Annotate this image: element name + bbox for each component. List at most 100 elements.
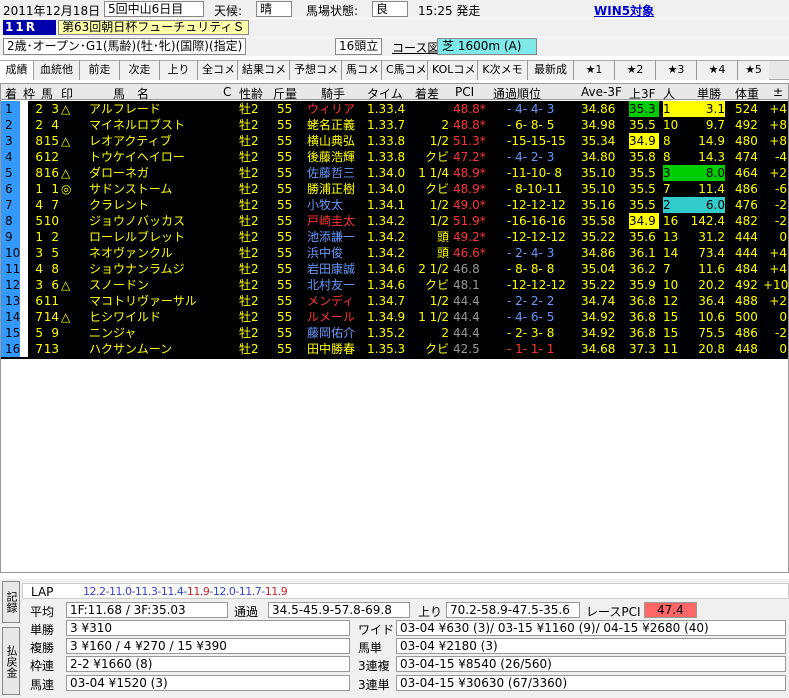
last3f-cell: 35.5 xyxy=(629,166,656,180)
table-row[interactable]: 5 8 16 △ ダローネガ 牡2 55 佐藤哲三 1.34.0 1 1/4 48.9* -11-10… xyxy=(1,165,788,181)
mark-cell: △ xyxy=(61,166,71,180)
passing-order-cell: - 1- 1- 1 xyxy=(507,342,555,356)
tab-star1[interactable]: ★1 xyxy=(574,61,615,80)
time-cell: 1.33.4 xyxy=(367,102,406,116)
col-c[interactable]: C xyxy=(223,85,231,99)
table-row[interactable]: 11 4 8 ショウナンラムジ 牡2 55 岩田康誠 1.34.6 2 1/2 46.8 - 8- … xyxy=(1,261,788,277)
weight-carried-cell: 55 xyxy=(277,198,293,212)
tab-star3[interactable]: ★3 xyxy=(656,61,697,80)
sex-age-cell: 牡2 xyxy=(239,150,259,164)
win5-link[interactable]: WIN5対象 xyxy=(594,2,654,19)
col-pci[interactable]: PCI xyxy=(455,85,474,99)
row-spacer xyxy=(20,309,28,325)
margin-cell: 1/2 xyxy=(429,198,449,212)
body-weight-cell: 524 xyxy=(735,102,758,116)
tab-agari[interactable]: 上り xyxy=(160,61,198,80)
waku-cell: 2 xyxy=(35,102,43,116)
tab-star4[interactable]: ★4 xyxy=(697,61,738,80)
table-row[interactable]: 12 3 6 △ スノードン 牡2 55 北村友一 1.34.6 クビ 48.1 -12-12-12 3… xyxy=(1,277,788,293)
col-horse-name[interactable]: 馬 名 xyxy=(113,85,149,102)
horse-number-cell: 13 xyxy=(43,342,59,356)
odds-cell: 9.7 xyxy=(705,118,725,132)
tab-star2[interactable]: ★2 xyxy=(615,61,656,80)
meeting-box: 5回中山6日目 xyxy=(104,1,204,17)
sex-age-cell: 牡2 xyxy=(239,310,259,324)
fukusho-value: 3 ¥160 / 4 ¥270 / 15 ¥390 xyxy=(66,638,350,654)
pci-cell: 48.8* xyxy=(453,102,486,116)
table-row[interactable]: 4 6 12 トウケイヘイロー 牡2 55 後藤浩輝 1.33.8 クビ 47.2* - 4- 2-… xyxy=(1,149,788,165)
race-pci-label: レースPCI xyxy=(586,605,641,619)
passing-order-cell: - 4- 6- 5 xyxy=(507,310,555,324)
table-row[interactable]: 8 5 10 ジョウノバッカス 牡2 55 戸崎圭太 1.34.2 1/2 51.9* -16-16… xyxy=(1,213,788,229)
weather-label: 天候: xyxy=(214,4,243,18)
tab-horse-comments[interactable]: 馬コメ xyxy=(342,61,382,80)
finish-position-cell: 12 xyxy=(1,277,20,293)
table-row[interactable]: 16 7 13 ハクサンムーン 牡2 55 田中勝春 1.35.3 クビ 42.5 - 1- 1- … xyxy=(1,341,788,357)
col-odds[interactable]: 単勝 xyxy=(697,85,721,102)
tab-next-race[interactable]: 次走 xyxy=(120,61,160,80)
pass-label: 通過 xyxy=(234,605,259,619)
tab-prediction-comments[interactable]: 予想コメ xyxy=(290,61,342,80)
table-row[interactable]: 1 2 3 △ アルフレード 牡2 55 ウィリア 1.33.4 48.8* - 4- 4- 3 34… xyxy=(1,101,788,117)
body-weight-cell: 444 xyxy=(735,230,758,244)
table-row[interactable]: 2 2 4 マイネルロブスト 牡2 55 蛯名正義 1.33.7 2 48.8* - 6- 8- 5… xyxy=(1,117,788,133)
finish-position-cell: 4 xyxy=(1,149,20,165)
side-tab-record[interactable]: 記録 xyxy=(2,581,20,623)
col-passing[interactable]: 通過順位 xyxy=(493,85,541,102)
col-margin[interactable]: 着差 xyxy=(415,85,439,102)
tab-kol-comments[interactable]: KOLコメ xyxy=(428,61,478,80)
col-popularity[interactable]: 人 xyxy=(663,85,675,102)
table-row[interactable]: 3 8 15 △ レオアクティブ 牡2 55 横山典弘 1.33.8 1/2 51.3* -15-15… xyxy=(1,133,788,149)
mark-cell xyxy=(61,261,77,277)
col-waku[interactable]: 枠 xyxy=(23,85,35,102)
margin-cell: 1/2 xyxy=(429,214,449,228)
fukusho-label: 複勝 xyxy=(30,641,55,655)
weight-diff-cell: -2 xyxy=(775,214,787,228)
table-row[interactable]: 10 3 5 ネオヴァンクル 牡2 55 浜中俊 1.34.2 頭 46.6* - 2- 4- 3 3… xyxy=(1,245,788,261)
row-spacer xyxy=(20,261,28,277)
col-mark[interactable]: 印 xyxy=(61,85,73,102)
tab-pedigree[interactable]: 血統他 xyxy=(34,61,80,80)
track-box: 良 xyxy=(372,1,408,17)
weight-diff-cell: 0 xyxy=(779,310,787,324)
tab-star5[interactable]: ★5 xyxy=(738,61,769,80)
col-ave3f[interactable]: Ave-3F xyxy=(581,85,622,99)
sex-age-cell: 牡2 xyxy=(239,294,259,308)
sanrentan-label: 3連単 xyxy=(358,678,390,692)
col-weight-carried[interactable]: 斤量 xyxy=(273,85,297,102)
col-finish[interactable]: 着 xyxy=(5,85,17,102)
tab-results[interactable]: 成績 xyxy=(0,61,34,80)
ave3f-cell: 34.92 xyxy=(581,310,616,324)
col-horse-no[interactable]: 馬 xyxy=(41,85,53,102)
table-row[interactable]: 15 5 9 ニンジャ 牡2 55 藤岡佑介 1.35.2 2 44.4 - 2- 3- 8 34.9… xyxy=(1,325,788,341)
tab-latest[interactable]: 最新成 xyxy=(528,61,574,80)
col-jockey[interactable]: 騎手 xyxy=(321,85,345,102)
waku-cell: 3 xyxy=(35,246,43,260)
table-row[interactable]: 13 6 11 マコトリヴァーサル 牡2 55 メンディ 1.34.7 1/2 44.4 - 2- … xyxy=(1,293,788,309)
passing-order-cell: -16-16-16 xyxy=(507,214,566,228)
time-cell: 1.34.6 xyxy=(367,262,406,276)
table-row[interactable]: 14 7 14 △ ヒシワイルド 牡2 55 ルメール 1.34.9 1 1/2 44.4- 4- … xyxy=(1,309,788,325)
tab-all-comments[interactable]: 全コメ xyxy=(198,61,238,80)
weight-carried-cell: 55 xyxy=(277,118,293,132)
table-row[interactable]: 7 4 7 クラレント 牡2 55 小牧太 1.34.1 1/2 49.0* -12-12-12 35… xyxy=(1,197,788,213)
tab-prev-race[interactable]: 前走 xyxy=(80,61,120,80)
jockey-cell: 小牧太 xyxy=(307,198,344,212)
waku-cell: 2 xyxy=(35,118,43,132)
weight-carried-cell: 55 xyxy=(277,342,293,356)
side-tab-payout[interactable]: 払戻金 xyxy=(2,627,20,695)
col-body-weight[interactable]: 体重 xyxy=(735,85,759,102)
tab-result-comments[interactable]: 結果コメ xyxy=(238,61,290,80)
tab-c-horse-comments[interactable]: C馬コメ xyxy=(382,61,428,80)
sanrenpuku-row: 3連複 03-04-15 ¥8540 (26/560) xyxy=(358,656,788,673)
table-row[interactable]: 9 1 2 ローレルブレット 牡2 55 池添謙一 1.34.2 頭 49.2* -12-12-12… xyxy=(1,229,788,245)
table-row[interactable]: 6 1 1 ◎ サドンストーム 牡2 55 勝浦正樹 1.34.0 クビ 48.9* - 8-10-1… xyxy=(1,181,788,197)
col-time[interactable]: タイム xyxy=(367,85,403,102)
col-sex-age[interactable]: 性齢 xyxy=(239,85,263,102)
pci-cell: 46.6* xyxy=(453,246,486,260)
tab-k-next-memo[interactable]: K次メモ xyxy=(478,61,528,80)
col-last3f[interactable]: 上3F xyxy=(629,85,656,102)
weight-diff-cell: +4 xyxy=(769,246,787,260)
col-diff[interactable]: ± xyxy=(773,85,783,99)
course-map-button[interactable]: コース図 xyxy=(392,39,439,56)
